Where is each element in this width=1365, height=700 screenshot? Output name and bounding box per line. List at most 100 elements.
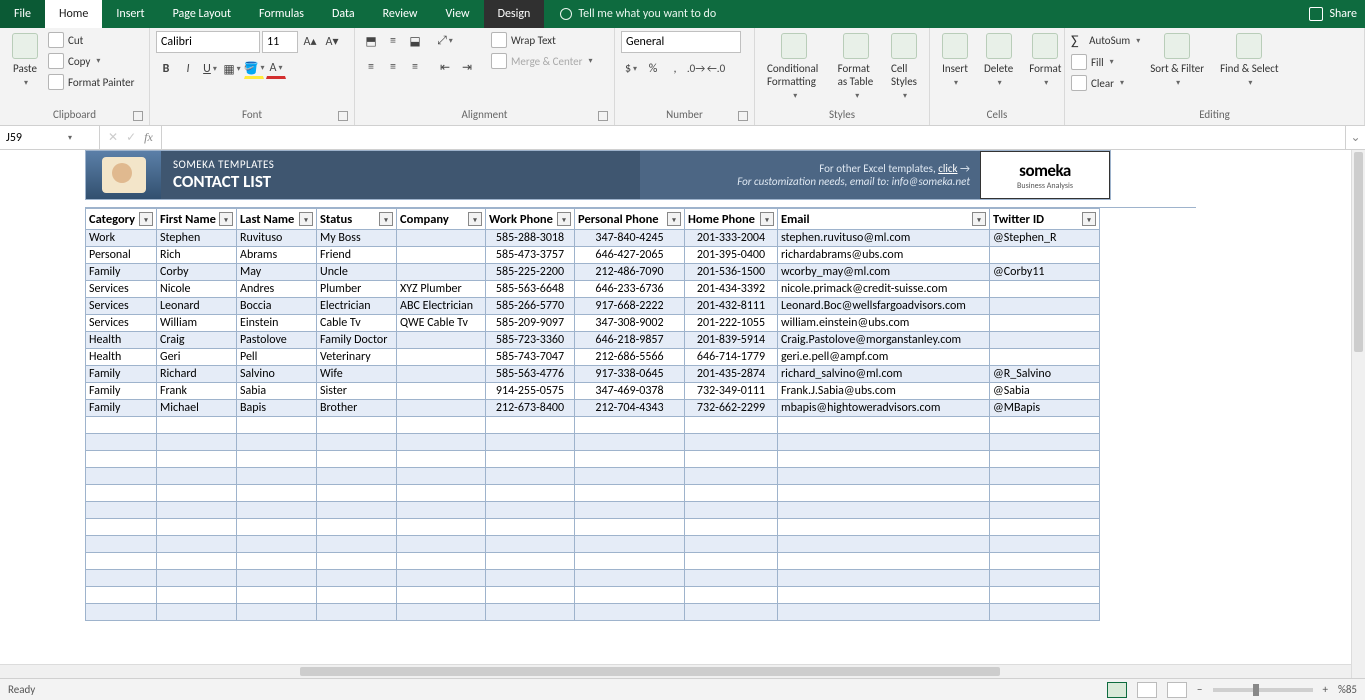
cell[interactable]: @MBapis	[990, 400, 1100, 417]
cell[interactable]: 585-209-9097	[486, 315, 575, 332]
cell[interactable]	[85, 536, 157, 553]
cell[interactable]: Pastolove	[237, 332, 317, 349]
cell[interactable]	[317, 587, 397, 604]
cell[interactable]	[85, 468, 157, 485]
cell[interactable]: 212-486-7090	[575, 264, 685, 281]
cell[interactable]	[685, 502, 778, 519]
cell[interactable]	[397, 519, 486, 536]
cell[interactable]	[990, 502, 1100, 519]
cell[interactable]	[685, 570, 778, 587]
paste-button[interactable]: Paste▾	[6, 31, 44, 90]
cancel-formula-button[interactable]: ✕	[108, 130, 118, 145]
cell[interactable]: @Sabia	[990, 383, 1100, 400]
format-painter-button[interactable]: Format Painter	[48, 73, 134, 91]
font-color-button[interactable]: A▾	[266, 59, 286, 79]
cell[interactable]	[990, 536, 1100, 553]
cell[interactable]	[990, 468, 1100, 485]
cell[interactable]	[237, 570, 317, 587]
table-row[interactable]: FamilyFrankSabiaSister914-255-0575347-46…	[0, 383, 1351, 400]
cell[interactable]	[990, 587, 1100, 604]
cell[interactable]	[317, 451, 397, 468]
cell[interactable]: ABC Electrician	[397, 298, 486, 315]
cell[interactable]: 646-218-9857	[575, 332, 685, 349]
cell[interactable]	[575, 485, 685, 502]
italic-button[interactable]: I	[178, 59, 198, 79]
dialog-launcher[interactable]	[133, 111, 143, 121]
cell[interactable]: 585-225-2200	[486, 264, 575, 281]
cell[interactable]	[685, 587, 778, 604]
cell[interactable]	[317, 553, 397, 570]
page-break-view-button[interactable]	[1167, 682, 1187, 698]
cell[interactable]	[397, 400, 486, 417]
cell[interactable]: QWE Cable Tv	[397, 315, 486, 332]
cell[interactable]	[990, 485, 1100, 502]
cell[interactable]	[575, 451, 685, 468]
conditional-formatting-button[interactable]: Conditional Formatting▾	[761, 31, 828, 103]
cell[interactable]	[397, 570, 486, 587]
cell[interactable]	[237, 502, 317, 519]
cell[interactable]	[157, 468, 237, 485]
filter-button[interactable]: ▾	[299, 212, 313, 226]
number-format-select[interactable]	[621, 31, 741, 53]
align-bottom-button[interactable]: ⬓	[405, 31, 425, 51]
cell[interactable]	[486, 587, 575, 604]
cell[interactable]: Services	[85, 298, 157, 315]
cell[interactable]	[990, 553, 1100, 570]
cell[interactable]	[486, 553, 575, 570]
cell[interactable]	[685, 417, 778, 434]
cell[interactable]	[85, 553, 157, 570]
cell[interactable]	[397, 349, 486, 366]
cell[interactable]: geri.e.pell@ampf.com	[778, 349, 990, 366]
cell[interactable]	[85, 587, 157, 604]
percent-format-button[interactable]: %	[643, 59, 663, 79]
cell[interactable]	[157, 587, 237, 604]
tab-review[interactable]: Review	[369, 0, 432, 28]
table-row[interactable]: PersonalRichAbramsFriend585-473-3757646-…	[0, 247, 1351, 264]
cell[interactable]	[317, 485, 397, 502]
tab-home[interactable]: Home	[45, 0, 102, 28]
cell[interactable]	[317, 570, 397, 587]
expand-formula-bar[interactable]: ⌄	[1345, 126, 1365, 149]
table-row[interactable]	[0, 536, 1351, 553]
cell[interactable]: Boccia	[237, 298, 317, 315]
cell[interactable]	[575, 536, 685, 553]
cell[interactable]: Frank	[157, 383, 237, 400]
cell[interactable]: 646-714-1779	[685, 349, 778, 366]
cell[interactable]: 585-563-4776	[486, 366, 575, 383]
cell[interactable]	[990, 281, 1100, 298]
cell[interactable]	[397, 230, 486, 247]
cell[interactable]	[397, 502, 486, 519]
cell[interactable]: 201-222-1055	[685, 315, 778, 332]
cell[interactable]: 212-686-5566	[575, 349, 685, 366]
cell[interactable]	[778, 434, 990, 451]
zoom-slider[interactable]	[1213, 688, 1313, 692]
cell[interactable]: 201-432-8111	[685, 298, 778, 315]
table-row[interactable]: HealthCraigPastoloveFamily Doctor585-723…	[0, 332, 1351, 349]
cell[interactable]: Health	[85, 332, 157, 349]
cell[interactable]: Frank.J.Sabia@ubs.com	[778, 383, 990, 400]
cell[interactable]	[397, 468, 486, 485]
cell[interactable]: My Boss	[317, 230, 397, 247]
cell[interactable]	[397, 247, 486, 264]
cell[interactable]: Pell	[237, 349, 317, 366]
cell[interactable]	[575, 434, 685, 451]
cell[interactable]	[778, 485, 990, 502]
cell[interactable]	[397, 604, 486, 621]
cell[interactable]: 201-434-3392	[685, 281, 778, 298]
cell[interactable]	[778, 519, 990, 536]
orientation-button[interactable]: ⤢▾	[435, 31, 455, 51]
column-header[interactable]: Company▾	[397, 208, 486, 230]
cell[interactable]	[85, 519, 157, 536]
cell[interactable]: 732-662-2299	[685, 400, 778, 417]
cell[interactable]	[990, 570, 1100, 587]
underline-button[interactable]: U▾	[200, 59, 220, 79]
cell[interactable]: 212-673-8400	[486, 400, 575, 417]
copy-button[interactable]: Copy▾	[48, 52, 134, 70]
cell[interactable]: 201-395-0400	[685, 247, 778, 264]
cell[interactable]	[990, 604, 1100, 621]
cell[interactable]	[85, 604, 157, 621]
cell[interactable]	[685, 485, 778, 502]
cell[interactable]: 201-536-1500	[685, 264, 778, 281]
table-row[interactable]: ServicesWilliamEinsteinCable TvQWE Cable…	[0, 315, 1351, 332]
cell[interactable]: richardabrams@ubs.com	[778, 247, 990, 264]
